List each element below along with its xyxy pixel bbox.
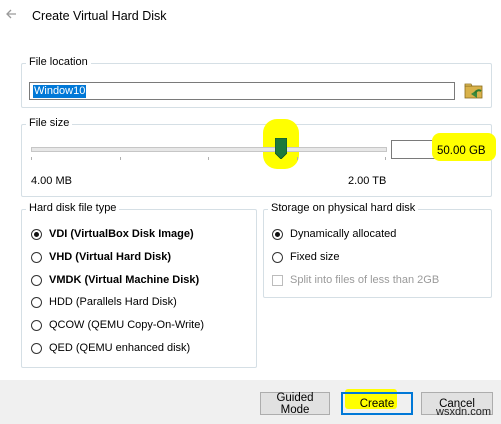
radio-label: HDD (Parallels Hard Disk) [49,296,177,308]
back-arrow-icon[interactable] [4,6,20,22]
split-files-checkbox [272,274,283,286]
file-location-label: File location [26,56,91,68]
file-size-slider-thumb[interactable] [275,138,287,159]
radio-vhd[interactable]: VHD (Virtual Hard Disk) [31,249,171,265]
radio-label: VHD (Virtual Hard Disk) [49,251,172,263]
radio-dynamic[interactable]: Dynamically allocated [272,226,396,242]
radio-label: QCOW (QEMU Copy-On-Write) [49,319,205,331]
radio-button[interactable] [31,296,42,308]
radio-button[interactable] [31,319,42,331]
slider-tick [385,157,386,160]
slider-tick [208,157,209,160]
file-location-input[interactable]: Window10 [29,82,455,100]
radio-qcow[interactable]: QCOW (QEMU Copy-On-Write) [31,317,204,333]
radio-fixed[interactable]: Fixed size [272,249,340,265]
disk-type-label: Hard disk file type [26,202,120,214]
radio-label: VDI (VirtualBox Disk Image) [49,228,194,240]
radio-label: Fixed size [290,251,340,263]
watermark-text: wsxdn.com [436,406,492,418]
slider-max-label: 2.00 TB [348,175,387,187]
file-size-label: File size [26,117,73,129]
file-size-value: 50.00 GB [437,145,486,157]
create-button[interactable]: Create [341,392,413,415]
storage-label: Storage on physical hard disk [268,202,419,214]
radio-vmdk[interactable]: VMDK (Virtual Machine Disk) [31,272,199,288]
radio-label: VMDK (Virtual Machine Disk) [49,274,200,286]
radio-hdd[interactable]: HDD (Parallels Hard Disk) [31,294,177,310]
folder-icon[interactable] [462,79,486,103]
window-title: Create Virtual Hard Disk [32,9,167,23]
guided-mode-button[interactable]: Guided Mode [260,392,330,416]
file-location-value: Window10 [33,85,87,98]
split-files-checkbox-row: Split into files of less than 2GB [272,272,439,288]
radio-label: QED (QEMU enhanced disk) [49,342,191,354]
slider-tick [297,157,298,160]
checkbox-label: Split into files of less than 2GB [290,274,440,286]
radio-button[interactable] [31,251,42,263]
slider-tick [31,157,32,160]
slider-tick [120,157,121,160]
file-size-slider-track[interactable] [31,147,387,152]
radio-vdi[interactable]: VDI (VirtualBox Disk Image) [31,226,194,242]
radio-button[interactable] [31,342,42,354]
radio-label: Dynamically allocated [290,228,397,240]
radio-button[interactable] [272,251,283,263]
radio-button[interactable] [31,228,42,240]
radio-button[interactable] [272,228,283,240]
file-size-group [21,124,492,197]
radio-button[interactable] [31,274,42,286]
slider-min-label: 4.00 MB [31,175,72,187]
radio-qed[interactable]: QED (QEMU enhanced disk) [31,340,190,356]
